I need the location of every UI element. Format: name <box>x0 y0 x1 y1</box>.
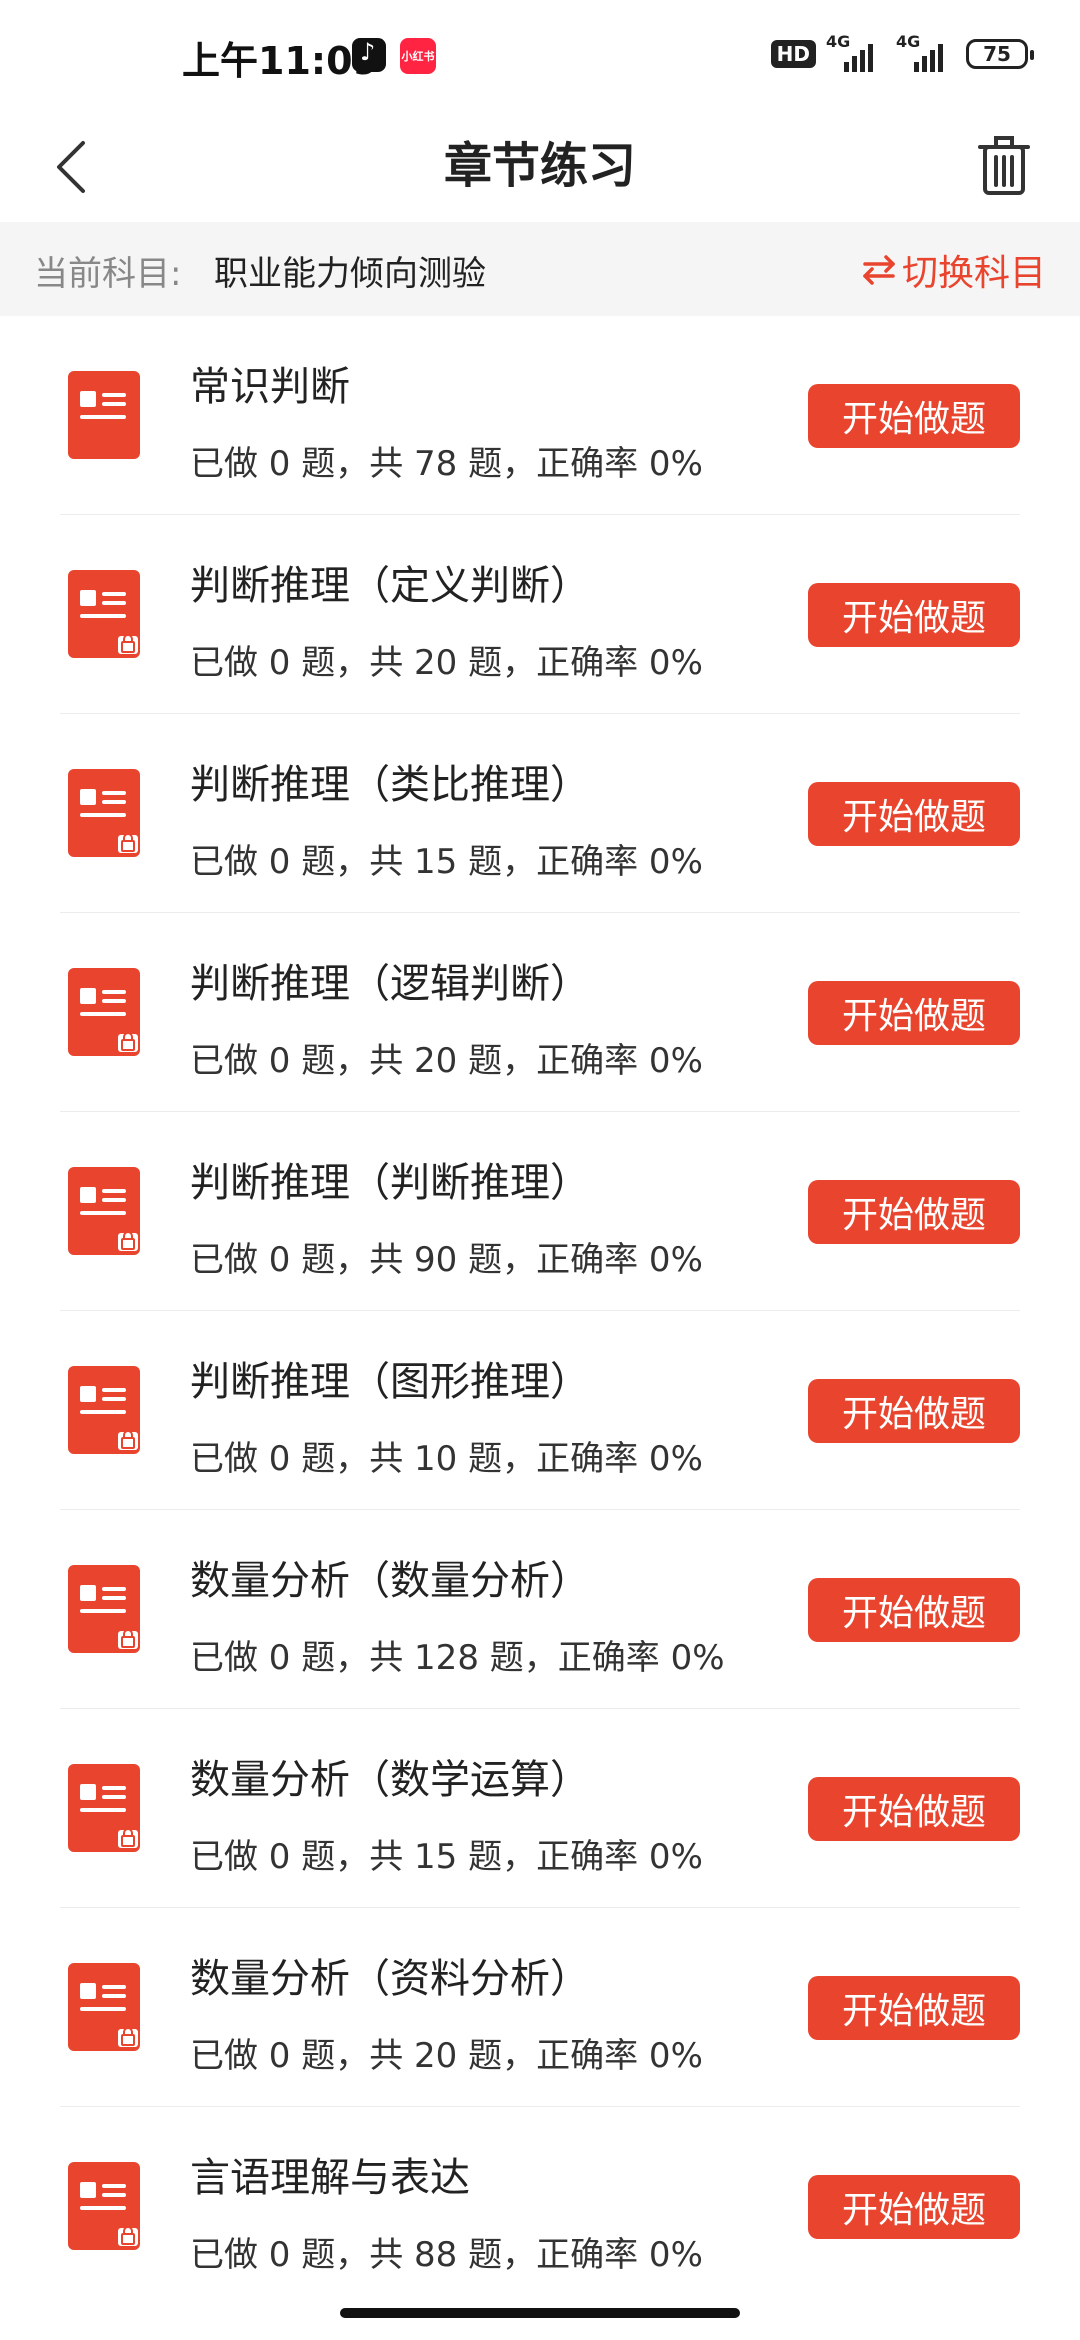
delete-button[interactable] <box>964 126 1044 206</box>
chapter-title: 常识判断 <box>190 364 350 410</box>
home-indicator[interactable] <box>340 2308 740 2318</box>
status-indicators: HD 4G 4G 75 <box>770 32 1034 72</box>
switch-subject-label: 切换科目 <box>901 253 1046 294</box>
document-icon <box>68 371 140 459</box>
start-practice-button[interactable]: 开始做题 <box>808 1578 1020 1642</box>
tiktok-icon <box>352 38 386 72</box>
chapter-stats: 已做 0 题，共 20 题，正确率 0% <box>190 643 703 683</box>
chapter-title: 判断推理（定义判断） <box>190 563 590 609</box>
chapter-stats: 已做 0 题，共 90 题，正确率 0% <box>190 1240 703 1280</box>
document-icon <box>68 1764 140 1852</box>
chapter-stats: 已做 0 题，共 128 题，正确率 0% <box>190 1638 725 1678</box>
chapter-item[interactable]: 判断推理（逻辑判断） 已做 0 题，共 20 题，正确率 0% 开始做题 <box>60 913 1020 1112</box>
chapter-item[interactable]: 判断推理（定义判断） 已做 0 题，共 20 题，正确率 0% 开始做题 <box>60 515 1020 714</box>
chapter-stats: 已做 0 题，共 15 题，正确率 0% <box>190 842 703 882</box>
chapter-item[interactable]: 判断推理（类比推理） 已做 0 题，共 15 题，正确率 0% 开始做题 <box>60 714 1020 913</box>
page-title: 章节练习 <box>443 138 636 194</box>
hd-badge: HD <box>770 40 816 68</box>
chapter-title: 数量分析（数学运算） <box>190 1757 590 1803</box>
chapter-stats: 已做 0 题，共 20 题，正确率 0% <box>190 2036 703 2076</box>
lock-icon <box>118 833 138 853</box>
chapter-title: 判断推理（判断推理） <box>190 1160 590 1206</box>
start-practice-button[interactable]: 开始做题 <box>808 981 1020 1045</box>
chapter-title: 判断推理（逻辑判断） <box>190 961 590 1007</box>
lock-icon <box>118 1231 138 1251</box>
subject-bar: 当前科目: 职业能力倾向测验 切换科目 <box>0 222 1080 316</box>
start-practice-button[interactable]: 开始做题 <box>808 1976 1020 2040</box>
chapter-item[interactable]: 数量分析（数学运算） 已做 0 题，共 15 题，正确率 0% 开始做题 <box>60 1709 1020 1908</box>
chapter-stats: 已做 0 题，共 15 题，正确率 0% <box>190 1837 703 1877</box>
chapter-title: 判断推理（类比推理） <box>190 762 590 808</box>
chapter-item[interactable]: 常识判断 已做 0 题，共 78 题，正确率 0% 开始做题 <box>60 316 1020 515</box>
lock-icon <box>118 1828 138 1848</box>
chapter-item[interactable]: 判断推理（图形推理） 已做 0 题，共 10 题，正确率 0% 开始做题 <box>60 1311 1020 1510</box>
lock-icon <box>118 1629 138 1649</box>
chapter-title: 判断推理（图形推理） <box>190 1359 590 1405</box>
chapter-stats: 已做 0 题，共 78 题，正确率 0% <box>190 444 703 484</box>
start-practice-button[interactable]: 开始做题 <box>808 1180 1020 1244</box>
battery-icon: 75 <box>966 39 1034 69</box>
chapter-title: 言语理解与表达 <box>190 2155 470 2201</box>
document-icon <box>68 1167 140 1255</box>
chapter-item[interactable]: 判断推理（判断推理） 已做 0 题，共 90 题，正确率 0% 开始做题 <box>60 1112 1020 1311</box>
start-practice-button[interactable]: 开始做题 <box>808 2175 1020 2239</box>
start-practice-button[interactable]: 开始做题 <box>808 583 1020 647</box>
chapter-title: 数量分析（数量分析） <box>190 1558 590 1604</box>
start-practice-button[interactable]: 开始做题 <box>808 1379 1020 1443</box>
lock-icon <box>118 2027 138 2047</box>
lock-icon <box>118 634 138 654</box>
lock-icon <box>118 1032 138 1052</box>
xiaohongshu-icon: 小红书 <box>400 38 436 74</box>
trash-icon <box>978 136 1030 195</box>
status-bar: 上午11:09 小红书 HD 4G 4G 75 <box>0 0 1080 112</box>
chapter-stats: 已做 0 题，共 20 题，正确率 0% <box>190 1041 703 1081</box>
document-icon <box>68 769 140 857</box>
start-practice-button[interactable]: 开始做题 <box>808 782 1020 846</box>
start-practice-button[interactable]: 开始做题 <box>808 1777 1020 1841</box>
document-icon <box>68 1963 140 2051</box>
chapter-item[interactable]: 言语理解与表达 已做 0 题，共 88 题，正确率 0% 开始做题 <box>60 2107 1020 2305</box>
swap-arrows-icon <box>863 255 895 285</box>
subject-value: 职业能力倾向测验 <box>214 254 486 294</box>
lock-icon <box>118 2226 138 2246</box>
header: 章节练习 <box>0 112 1080 222</box>
start-practice-button[interactable]: 开始做题 <box>808 384 1020 448</box>
document-icon <box>68 1565 140 1653</box>
document-icon <box>68 2162 140 2250</box>
chapter-title: 数量分析（资料分析） <box>190 1956 590 2002</box>
document-icon <box>68 968 140 1056</box>
lock-icon <box>118 1430 138 1450</box>
signal-icon-2: 4G <box>896 32 956 72</box>
chapter-item[interactable]: 数量分析（资料分析） 已做 0 题，共 20 题，正确率 0% 开始做题 <box>60 1908 1020 2107</box>
subject-label: 当前科目: <box>34 254 182 294</box>
chapter-item[interactable]: 数量分析（数量分析） 已做 0 题，共 128 题，正确率 0% 开始做题 <box>60 1510 1020 1709</box>
chapter-list: 常识判断 已做 0 题，共 78 题，正确率 0% 开始做题 判断推理（定义判断… <box>0 316 1080 2305</box>
chapter-stats: 已做 0 题，共 10 题，正确率 0% <box>190 1439 703 1479</box>
document-icon <box>68 570 140 658</box>
chapter-stats: 已做 0 题，共 88 题，正确率 0% <box>190 2235 703 2275</box>
status-time: 上午11:09 <box>182 39 379 83</box>
document-icon <box>68 1366 140 1454</box>
signal-icon: 4G <box>826 32 886 72</box>
switch-subject-button[interactable]: 切换科目 <box>862 244 1046 296</box>
